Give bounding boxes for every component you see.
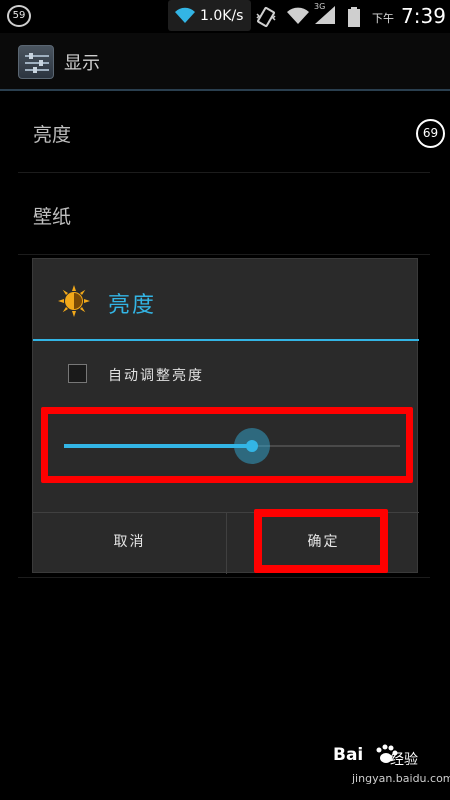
- settings-item-label: 亮度: [33, 124, 72, 146]
- brightness-slider-thumb[interactable]: [234, 428, 271, 464]
- ok-button-highlight: [254, 509, 388, 573]
- brightness-slider-fill: [64, 444, 253, 448]
- net-speed-text: 1.0K/s: [200, 8, 244, 24]
- list-divider: [18, 577, 430, 578]
- auto-brightness-checkbox[interactable]: [68, 364, 87, 383]
- status-bar: 59 1.0K/s 3G 下午 7:39: [0, 0, 450, 33]
- brightness-slider-highlight: [41, 407, 413, 483]
- dialog-title: 亮度: [108, 293, 157, 318]
- clock: 7:39: [401, 4, 446, 28]
- signal-icon: [315, 6, 335, 24]
- network-speed-indicator: 1.0K/s: [168, 0, 251, 31]
- settings-item-label: 壁纸: [33, 206, 72, 228]
- brightness-sun-icon: [58, 285, 90, 317]
- settings-item-wallpaper[interactable]: 壁纸: [0, 173, 450, 255]
- wifi-icon: [287, 7, 309, 24]
- wifi-icon: [175, 7, 195, 23]
- list-divider: [18, 254, 430, 255]
- settings-item-brightness[interactable]: 亮度: [0, 92, 450, 174]
- auto-brightness-label: 自动调整亮度: [108, 368, 204, 384]
- side-count-badge[interactable]: 69: [416, 119, 445, 148]
- action-bar: 显示: [0, 33, 450, 90]
- page-title: 显示: [64, 53, 100, 74]
- watermark-brand-suffix: 经验: [390, 752, 418, 768]
- slider-thumb-core: [246, 440, 259, 452]
- watermark-brand: Bai: [333, 745, 364, 765]
- vibrate-icon: [256, 6, 276, 28]
- notification-count-badge[interactable]: 59: [7, 5, 31, 27]
- action-bar-divider: [0, 89, 450, 91]
- display-settings-icon[interactable]: [18, 45, 54, 79]
- battery-icon: [348, 7, 360, 27]
- dialog-title-divider: [33, 339, 419, 341]
- brightness-dialog: 亮度 自动调整亮度 取消 确定: [32, 258, 419, 574]
- cancel-button[interactable]: 取消: [33, 513, 226, 574]
- ampm-label: 下午: [372, 12, 394, 25]
- watermark-url: jingyan.baidu.com: [352, 772, 450, 785]
